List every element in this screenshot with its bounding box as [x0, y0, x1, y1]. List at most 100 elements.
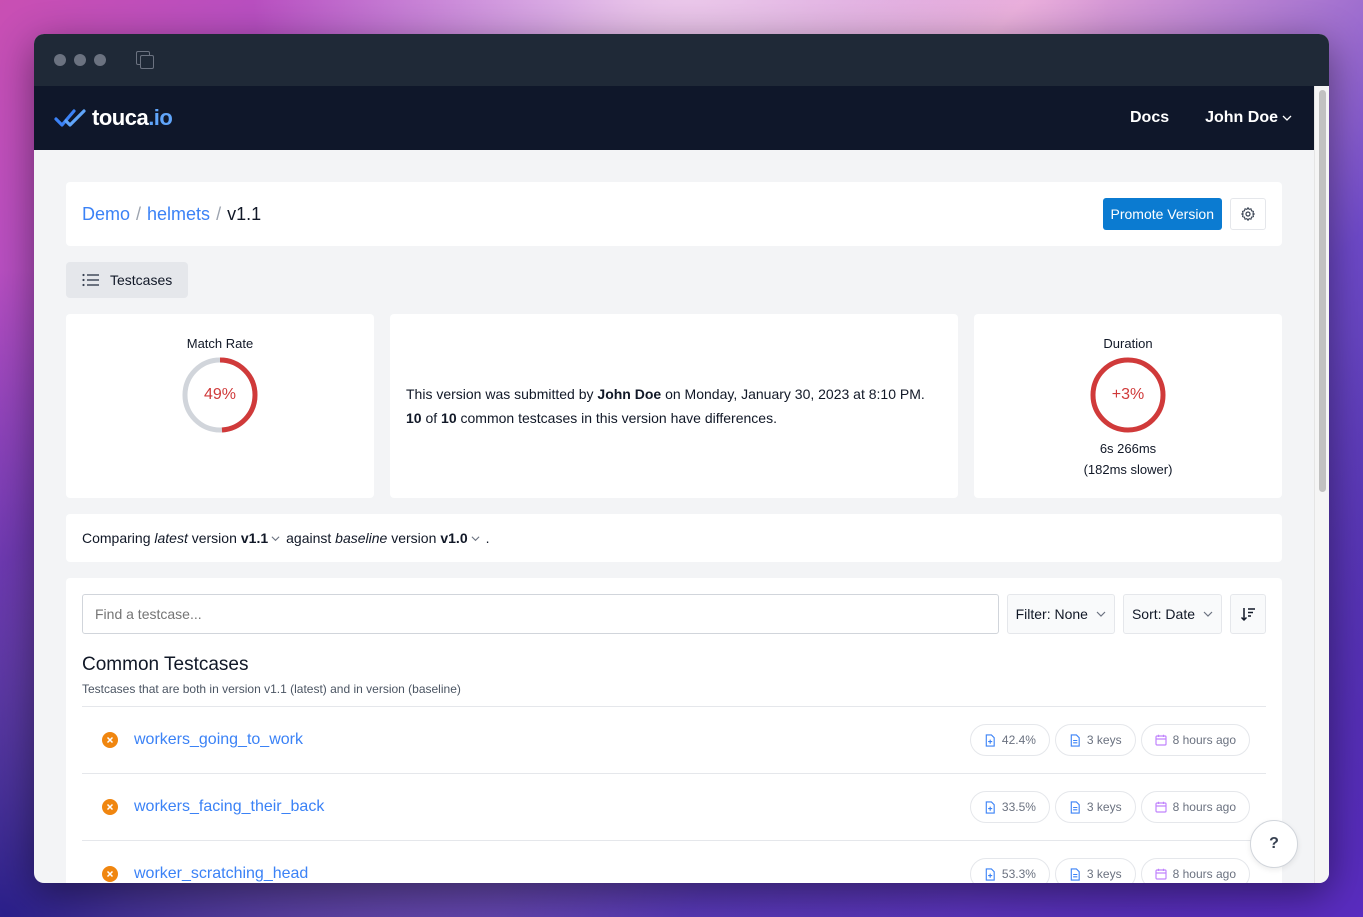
- duration-title: Duration: [1103, 336, 1153, 351]
- calendar-icon: [1155, 734, 1167, 746]
- match-rate-title: Match Rate: [186, 336, 254, 351]
- window-minimize-button[interactable]: [74, 54, 86, 66]
- match-score-badge: 33.5%: [969, 791, 1050, 823]
- scrollbar-thumb[interactable]: [1319, 90, 1326, 492]
- compare-baseline-word: baseline: [335, 530, 388, 546]
- submission-line: This version was submitted by John Doe o…: [406, 382, 942, 406]
- window-zoom-button[interactable]: [94, 54, 106, 66]
- match-score-value: 33.5%: [1001, 800, 1036, 814]
- compare-version-word: version: [191, 530, 237, 546]
- match-score-badge: 53.3%: [969, 858, 1050, 883]
- section-title: Common Testcases: [82, 654, 249, 675]
- keys-count-value: 3 keys: [1086, 867, 1122, 881]
- breadcrumb-team-link[interactable]: Demo: [82, 204, 130, 225]
- tab-testcases-label: Testcases: [110, 272, 173, 288]
- testcase-name-link[interactable]: worker_scratching_head: [134, 865, 308, 883]
- promote-version-button[interactable]: Promote Version: [1102, 198, 1222, 230]
- diff-suffix: common testcases in this version have di…: [460, 410, 777, 426]
- tab-overview-icon[interactable]: [136, 51, 154, 69]
- total-count: 10: [441, 410, 457, 426]
- breadcrumb-suite-link[interactable]: helmets: [147, 204, 210, 225]
- submission-date: on Monday, January 30, 2023 at 8:10 PM.: [665, 386, 925, 402]
- sort-dropdown[interactable]: Sort: Date: [1122, 594, 1222, 634]
- breadcrumb-separator: /: [136, 203, 142, 224]
- submitted-time-badge: 8 hours ago: [1140, 858, 1250, 883]
- version-comparison-bar: Comparing latest version v1.1 against ba…: [66, 514, 1282, 562]
- sort-direction-button[interactable]: [1230, 594, 1266, 634]
- page-header: Demo / helmets / v1.1 Promote Version: [66, 182, 1282, 246]
- testcase-search-input[interactable]: [82, 594, 999, 634]
- brand-logo[interactable]: touca.io: [54, 105, 173, 131]
- sort-label: Sort: Date: [1131, 606, 1195, 622]
- file-plus-icon: [985, 800, 995, 814]
- chevron-down-icon: [1203, 611, 1213, 617]
- match-score-value: 53.3%: [1001, 867, 1036, 881]
- chevron-down-icon: [471, 536, 480, 542]
- diff-of-text: of: [425, 410, 438, 426]
- calendar-icon: [1155, 801, 1167, 813]
- breadcrumb: Demo / helmets / v1.1: [82, 204, 261, 225]
- testcase-name-link[interactable]: workers_facing_their_back: [134, 798, 324, 816]
- document-icon: [1070, 733, 1080, 747]
- differences-line: 10 of 10 common testcases in this versio…: [406, 406, 942, 430]
- breadcrumb-current-version: v1.1: [227, 203, 262, 224]
- submission-prefix: This version was submitted by: [406, 386, 594, 402]
- settings-button[interactable]: [1230, 198, 1266, 230]
- brand-tld: .io: [148, 105, 173, 130]
- compare-latest-word: latest: [154, 530, 188, 546]
- latest-version-select[interactable]: v1.1: [237, 530, 286, 546]
- match-rate-card: Match Rate 49%: [66, 314, 374, 498]
- baseline-version-value: v1.0: [440, 530, 468, 546]
- match-rate-value: 49%: [203, 386, 237, 403]
- testcase-row[interactable]: workers_facing_their_back 33.5% 3 keys 8…: [82, 774, 1266, 841]
- user-menu[interactable]: John Doe: [1205, 109, 1292, 127]
- main-content: Demo / helmets / v1.1 Promote Version Te…: [34, 150, 1314, 883]
- keys-count-badge: 3 keys: [1054, 791, 1136, 823]
- filter-dropdown[interactable]: Filter: None: [1006, 594, 1115, 634]
- calendar-icon: [1155, 868, 1167, 880]
- submitted-time-badge: 8 hours ago: [1140, 791, 1250, 823]
- user-name: John Doe: [1205, 109, 1278, 126]
- duration-ring: +3%: [1090, 357, 1166, 433]
- x-circle-icon: [102, 866, 118, 882]
- filter-label: Filter: None: [1015, 606, 1088, 622]
- duration-delta: (182ms slower): [1083, 462, 1173, 477]
- section-subtitle: Testcases that are both in version v1.1 …: [82, 682, 1266, 707]
- baseline-version-select[interactable]: v1.0: [436, 530, 485, 546]
- brand-name: touca.io: [92, 105, 173, 130]
- window-close-button[interactable]: [54, 54, 66, 66]
- testcase-row[interactable]: worker_scratching_head 53.3% 3 keys 8 ho…: [82, 841, 1266, 883]
- document-icon: [1070, 800, 1080, 814]
- version-stats: Match Rate 49% This version was submitte…: [66, 314, 1282, 498]
- testcase-name-link[interactable]: workers_going_to_work: [134, 731, 303, 749]
- browser-window: touca.io Docs John Doe Demo / helmets / …: [34, 34, 1329, 883]
- chevron-down-icon: [1096, 611, 1106, 617]
- sort-descending-icon: [1240, 608, 1255, 622]
- duration-change: +3%: [1111, 386, 1145, 403]
- tab-testcases[interactable]: Testcases: [66, 262, 189, 298]
- testcase-row[interactable]: workers_going_to_work 42.4% 3 keys 8 hou…: [82, 707, 1266, 774]
- window-titlebar: [34, 34, 1329, 86]
- compare-period: .: [485, 530, 490, 546]
- testcase-rows: workers_going_to_work 42.4% 3 keys 8 hou…: [82, 707, 1266, 883]
- x-circle-icon: [102, 799, 118, 815]
- submitter-name: John Doe: [597, 386, 662, 402]
- latest-version-value: v1.1: [240, 530, 269, 546]
- compare-against: against: [286, 530, 332, 546]
- help-button[interactable]: ?: [1250, 820, 1298, 868]
- keys-count-badge: 3 keys: [1054, 858, 1136, 883]
- match-rate-ring: 49%: [182, 357, 258, 433]
- keys-count-badge: 3 keys: [1054, 724, 1136, 756]
- document-icon: [1070, 867, 1080, 881]
- keys-count-value: 3 keys: [1086, 733, 1122, 747]
- gear-icon: [1241, 207, 1255, 221]
- page-scrollbar[interactable]: [1314, 86, 1329, 883]
- nav-docs-link[interactable]: Docs: [1130, 109, 1169, 127]
- submitted-time-value: 8 hours ago: [1172, 800, 1236, 814]
- submission-summary: This version was submitted by John Doe o…: [390, 314, 958, 498]
- x-circle-icon: [102, 732, 118, 748]
- file-plus-icon: [985, 867, 995, 881]
- chevron-down-icon: [1282, 115, 1292, 121]
- submitted-time-value: 8 hours ago: [1172, 733, 1236, 747]
- list-toolbar: Filter: None Sort: Date: [82, 594, 1266, 634]
